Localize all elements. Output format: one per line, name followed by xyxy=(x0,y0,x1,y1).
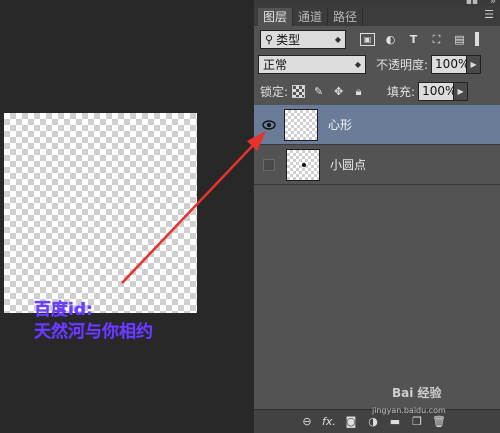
tab-layers[interactable]: 图层 xyxy=(258,8,294,26)
opacity-field[interactable]: 100% xyxy=(431,54,469,74)
layer-thumbnail xyxy=(286,148,320,181)
layer-thumbnail xyxy=(284,108,318,141)
fill-field[interactable]: 100% xyxy=(418,81,456,101)
group-icon[interactable]: ▬ xyxy=(386,415,404,429)
filter-type-select[interactable]: ⚲ 类型 ◆ xyxy=(260,29,346,49)
opacity-dropdown-icon[interactable]: ▶ xyxy=(467,54,482,74)
image-filter-icon[interactable]: ▣ xyxy=(360,32,375,46)
brand-logo-text: Bai 经验 xyxy=(392,386,442,400)
layer-row[interactable]: 小圆点 xyxy=(254,145,500,185)
chevron-updown-icon: ◆ xyxy=(354,59,361,69)
filter-type-label: 类型 xyxy=(276,32,301,47)
blend-opacity-row: 正常 ◆ 不透明度: 100% ▶ xyxy=(254,53,500,75)
panel-menu-icon[interactable]: ☰ xyxy=(484,8,494,21)
layer-name[interactable]: 小圆点 xyxy=(330,156,366,173)
eye-icon[interactable] xyxy=(262,118,276,132)
fill-label: 填充: xyxy=(387,84,416,99)
tab-channels[interactable]: 通道 xyxy=(293,8,329,26)
blend-mode-value: 正常 xyxy=(263,57,288,72)
mask-icon[interactable]: ◙ xyxy=(342,415,360,429)
chevron-updown-icon: ◆ xyxy=(334,34,341,44)
layer-name[interactable]: 心形 xyxy=(328,116,352,133)
lock-paint-icon[interactable]: ✎ xyxy=(312,85,325,98)
tab-paths[interactable]: 路径 xyxy=(328,8,364,26)
lock-position-icon[interactable]: ✥ xyxy=(332,85,345,98)
filter-toggle-switch[interactable] xyxy=(475,32,479,46)
search-icon: ⚲ xyxy=(265,32,274,46)
watermark-line-1: 百度id: xyxy=(34,300,93,320)
fill-dropdown-icon[interactable]: ▶ xyxy=(454,81,469,101)
adjustment-filter-icon[interactable]: ◐ xyxy=(383,33,398,46)
new-layer-icon[interactable]: ❐ xyxy=(408,415,426,429)
lock-transparent-icon[interactable] xyxy=(292,84,306,98)
trash-icon[interactable]: 🗑︎ xyxy=(430,415,448,429)
layer-row[interactable]: 心形 xyxy=(254,105,500,145)
smart-object-filter-icon[interactable]: ▤ xyxy=(452,33,467,46)
fx-icon[interactable]: fx. xyxy=(320,415,338,429)
link-icon[interactable]: ⊖ xyxy=(298,415,316,429)
adjustment-icon[interactable]: ◑ xyxy=(364,415,382,429)
lock-fill-row: 锁定: ✎ ✥ 🔒︎ 填充: 100% ▶ xyxy=(254,80,500,102)
document-canvas[interactable] xyxy=(4,113,197,313)
brand-url: jingyan.baidu.com xyxy=(372,406,446,415)
lock-all-icon[interactable]: 🔒︎ xyxy=(352,85,365,98)
visibility-toggle[interactable] xyxy=(263,158,275,171)
blend-mode-select[interactable]: 正常 ◆ xyxy=(258,54,366,74)
opacity-label: 不透明度: xyxy=(376,57,429,72)
layers-panel: ▪▪ » 图层 通道 路径 ☰ ⚲ 类型 ◆ ▣ ◐ T ⛶ ▤ 正常 ◆ 不透… xyxy=(253,0,500,433)
dot-shape xyxy=(302,162,306,167)
shape-filter-icon[interactable]: ⛶ xyxy=(429,33,444,46)
layer-filter-row: ⚲ 类型 ◆ ▣ ◐ T ⛶ ▤ xyxy=(254,28,500,50)
panel-tabs: 图层 通道 路径 ☰ xyxy=(254,6,500,26)
type-filter-icon[interactable]: T xyxy=(406,33,421,46)
layers-list: 心形 小圆点 xyxy=(254,105,500,185)
watermark-line-2: 天然河与你相约 xyxy=(34,322,153,342)
lock-label: 锁定: xyxy=(260,84,289,99)
